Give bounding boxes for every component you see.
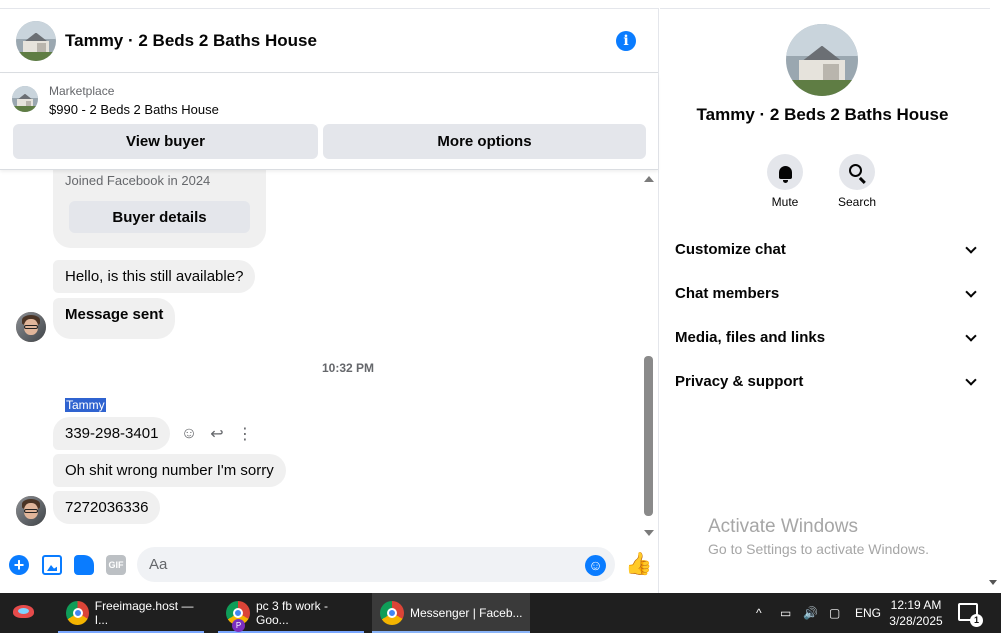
scroll-thumb[interactable]	[644, 356, 653, 516]
watermark-line1: Activate Windows	[708, 516, 858, 537]
page-scroll-down-icon[interactable]	[989, 580, 997, 585]
section-label: Chat members	[675, 285, 780, 302]
more-icon[interactable]: ⋮	[236, 425, 254, 443]
chevron-down-icon	[965, 242, 977, 254]
section-label: Media, files and links	[675, 329, 826, 346]
taskbar-item-label: Freeimage.host — I...	[94, 599, 194, 627]
listing-thumbnail[interactable]	[12, 86, 38, 112]
message-bubble[interactable]: Hello, is this still available?	[53, 260, 256, 293]
more-options-button[interactable]: More options	[323, 124, 646, 159]
search-icon	[849, 164, 862, 177]
conversation-info-pane: Tammy · 2 Beds 2 Baths House Mute Search…	[660, 8, 990, 593]
chevron-down-icon	[965, 374, 977, 386]
react-icon[interactable]: ☺	[180, 425, 198, 443]
volume-icon[interactable]: 🔊	[803, 593, 818, 633]
info-avatar[interactable]	[786, 24, 858, 96]
clock-date: 3/28/2025	[889, 614, 943, 628]
buyer-profile-card: Joined Facebook in 2024 Buyer details	[53, 170, 266, 248]
chrome-icon	[66, 601, 89, 625]
chat-header: Tammy · 2 Beds 2 Baths House i	[0, 9, 658, 73]
start-button[interactable]	[12, 602, 36, 624]
taskbar: Freeimage.host — I... P pc 3 fb work - G…	[0, 593, 1001, 633]
message-list[interactable]: Joined Facebook in 2024 Buyer details He…	[0, 170, 658, 540]
show-hidden-icons[interactable]: ^	[756, 593, 762, 633]
taskbar-item-pc3-fb-work[interactable]: P pc 3 fb work - Goo...	[218, 593, 364, 633]
message-actions: ☺ ↩ ⋮	[180, 425, 254, 443]
chevron-down-icon	[965, 330, 977, 342]
info-title: Tammy · 2 Beds 2 Baths House	[696, 105, 949, 124]
plus-icon[interactable]: +	[9, 555, 29, 575]
customize-chat-section[interactable]: Customize chat	[675, 241, 977, 265]
device-icon[interactable]: ▢	[829, 593, 840, 633]
gif-icon[interactable]: GIF	[106, 555, 126, 575]
chat-pane: Tammy · 2 Beds 2 Baths House i Marketpla…	[0, 8, 659, 593]
marketplace-label: Marketplace	[49, 84, 115, 98]
composer: + GIF Aa ☺ 👍	[0, 546, 658, 592]
clock[interactable]: 12:19 AM 3/28/2025	[882, 597, 950, 629]
message-bubble[interactable]: 339-298-3401	[53, 417, 171, 450]
message-bubble[interactable]: Oh shit wrong number I'm sorry	[53, 454, 286, 487]
mute-label: Mute	[771, 195, 799, 209]
joined-text: Joined Facebook in 2024	[65, 173, 211, 188]
scroll-down-arrow-icon[interactable]	[644, 530, 654, 536]
section-label: Privacy & support	[675, 373, 804, 390]
activate-windows-watermark: Activate Windows Go to Settings to activ…	[708, 516, 929, 557]
conversation-avatar[interactable]	[16, 20, 56, 61]
sender-avatar[interactable]	[16, 312, 46, 342]
message-bubble[interactable]: Message sent	[53, 298, 176, 339]
language-indicator[interactable]: ENG	[855, 593, 881, 633]
info-icon[interactable]: i	[616, 31, 636, 51]
mute-button[interactable]	[767, 154, 803, 190]
screen: Tammy · 2 Beds 2 Baths House i Marketpla…	[0, 0, 1001, 633]
thumbs-up-icon[interactable]: 👍	[625, 552, 652, 576]
chrome-icon	[380, 601, 404, 625]
notification-count: 1	[970, 614, 983, 627]
scroll-up-arrow-icon[interactable]	[644, 176, 654, 182]
message-bubble[interactable]: 7272036336	[53, 491, 161, 524]
sender-name: Tammy	[65, 398, 106, 412]
reply-icon[interactable]: ↩	[208, 425, 226, 443]
marketplace-banner: Marketplace $990 - 2 Beds 2 Baths House …	[0, 74, 658, 170]
network-icon[interactable]: ▭	[780, 593, 791, 633]
watermark-line2: Go to Settings to activate Windows.	[708, 541, 929, 557]
time-separator: 10:32 PM	[321, 361, 375, 375]
privacy-support-section[interactable]: Privacy & support	[675, 373, 977, 397]
photo-icon[interactable]	[42, 555, 62, 575]
search-label: Search	[837, 195, 877, 209]
profile-badge: P	[232, 619, 245, 632]
emoji-icon[interactable]: ☺	[585, 555, 606, 576]
message-input[interactable]: Aa	[137, 547, 615, 582]
section-label: Customize chat	[675, 241, 786, 258]
clock-time: 12:19 AM	[890, 598, 942, 612]
buyer-details-button[interactable]: Buyer details	[69, 201, 250, 233]
bell-icon	[778, 165, 792, 183]
media-files-links-section[interactable]: Media, files and links	[675, 329, 977, 353]
taskbar-item-freeimage[interactable]: Freeimage.host — I...	[58, 593, 204, 633]
taskbar-item-messenger[interactable]: Messenger | Faceb...	[372, 593, 530, 633]
view-buyer-button[interactable]: View buyer	[13, 124, 318, 159]
listing-title[interactable]: $990 - 2 Beds 2 Baths House	[49, 102, 219, 117]
conversation-title[interactable]: Tammy · 2 Beds 2 Baths House	[65, 31, 317, 51]
chevron-down-icon	[965, 286, 977, 298]
message-scrollbar[interactable]	[641, 170, 657, 540]
sticker-icon[interactable]	[74, 555, 94, 575]
search-button[interactable]	[839, 154, 875, 190]
taskbar-item-label: pc 3 fb work - Goo...	[255, 599, 329, 627]
chat-members-section[interactable]: Chat members	[675, 285, 977, 309]
sender-avatar[interactable]	[16, 496, 46, 526]
taskbar-item-label: Messenger | Faceb...	[410, 606, 523, 620]
